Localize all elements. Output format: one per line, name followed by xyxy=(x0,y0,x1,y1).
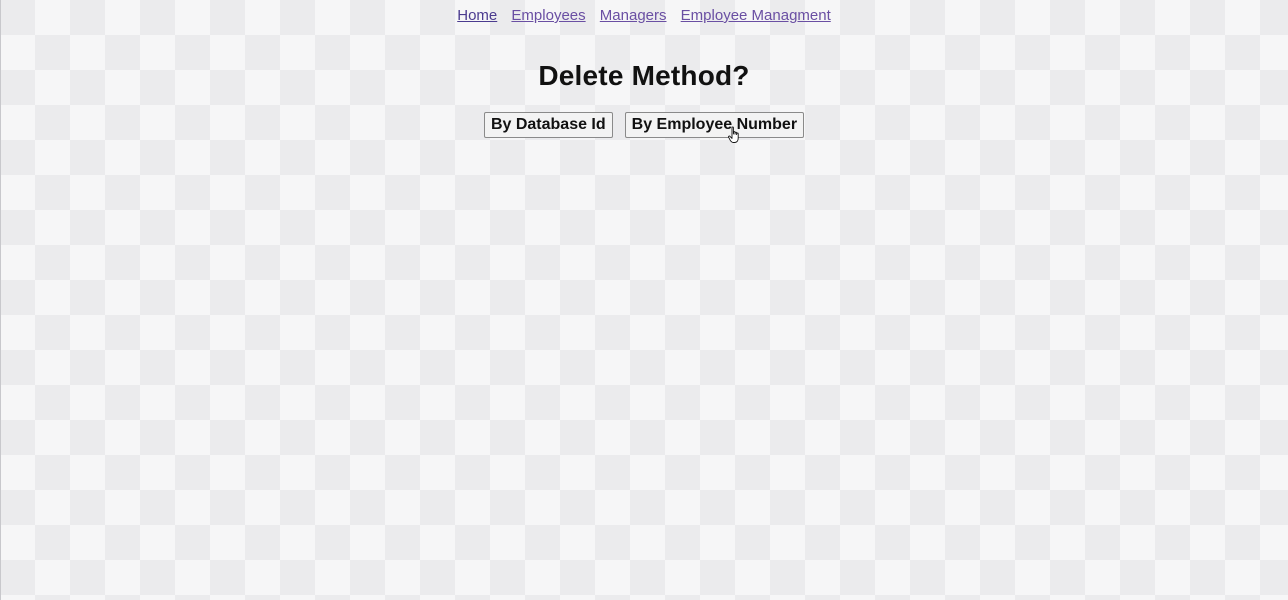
nav-link-managers[interactable]: Managers xyxy=(600,7,667,24)
by-employee-number-button[interactable]: By Employee Number xyxy=(624,112,805,138)
delete-method-buttons: By Database Id By Employee Number xyxy=(0,112,1288,138)
page-title: Delete Method? xyxy=(538,60,750,91)
nav-link-home[interactable]: Home xyxy=(457,7,497,24)
top-nav: Home Employees Managers Employee Managme… xyxy=(0,7,1288,24)
hand-pointer-icon xyxy=(728,126,739,143)
by-database-id-button[interactable]: By Database Id xyxy=(483,112,613,138)
nav-link-employee-management[interactable]: Employee Managment xyxy=(681,7,831,24)
nav-link-employees[interactable]: Employees xyxy=(511,7,585,24)
